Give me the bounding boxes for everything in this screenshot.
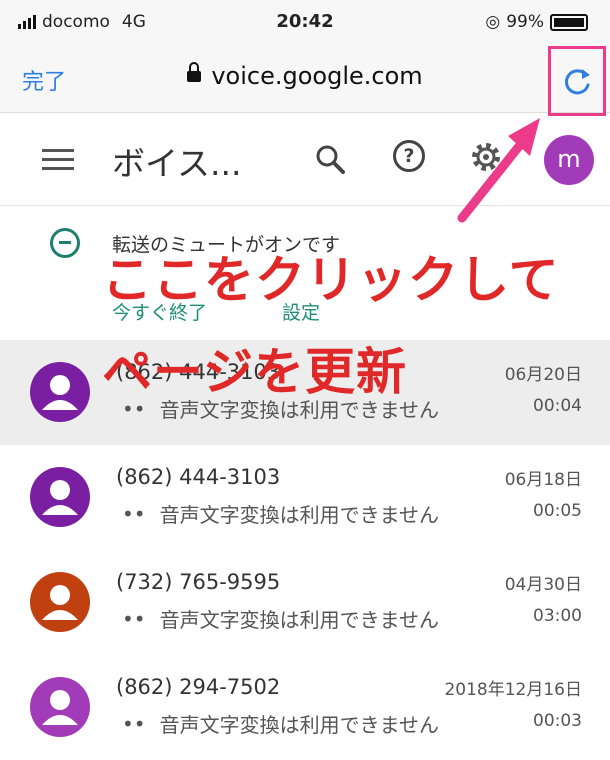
voicemail-date: 04月30日: [504, 575, 582, 595]
voicemail-icon: ••: [122, 501, 146, 526]
transcript-text: 音声文字変換は利用できません: [159, 713, 439, 737]
app-bar: ボイス... ? m: [0, 113, 610, 206]
voicemail-duration: 03:00: [533, 606, 582, 626]
url-text: voice.google.com: [211, 62, 423, 90]
status-right: ◎ 99%: [485, 12, 588, 32]
contact-avatar: [30, 362, 90, 422]
voicemail-duration: 00:04: [533, 396, 582, 416]
phone-number: (732) 765-9595: [116, 570, 281, 594]
battery-percent: 99%: [506, 12, 544, 32]
transcript: •• 音声文字変換は利用できません: [122, 604, 439, 633]
page-title: ボイス...: [112, 144, 242, 183]
voicemail-icon: ••: [122, 711, 146, 736]
contact-avatar: [30, 677, 90, 737]
reload-icon[interactable]: [552, 61, 602, 103]
phone-number: (862) 444-3103: [116, 465, 281, 489]
battery-icon: [550, 13, 588, 31]
voicemail-row[interactable]: (732) 765-9595 •• 音声文字変換は利用できません 04月30日 …: [0, 550, 610, 655]
voicemail-date: 06月18日: [504, 470, 582, 490]
contact-avatar: [30, 467, 90, 527]
hamburger-menu-icon[interactable]: [42, 147, 74, 171]
browser-url-bar: 完了 voice.google.com: [0, 44, 610, 116]
mute-status-icon: [50, 228, 80, 258]
voicemail-date: 06月20日: [504, 365, 582, 385]
transcript: •• 音声文字変換は利用できません: [122, 499, 439, 528]
phone-number: (862) 294-7502: [116, 675, 281, 699]
contact-avatar: [30, 572, 90, 632]
transcript: •• 音声文字変換は利用できません: [122, 709, 439, 738]
lock-icon: [187, 62, 202, 82]
url-field[interactable]: voice.google.com: [0, 62, 610, 90]
help-icon[interactable]: ?: [393, 140, 425, 172]
transcript-text: 音声文字変換は利用できません: [159, 503, 439, 527]
search-icon[interactable]: [314, 143, 346, 175]
settings-gear-icon[interactable]: [468, 139, 504, 175]
voicemail-duration: 00:03: [533, 711, 582, 731]
transcript-text: 音声文字変換は利用できません: [159, 608, 439, 632]
annotation-line-1: ここをクリックして: [102, 251, 560, 309]
voicemail-icon: ••: [122, 606, 146, 631]
voicemail-date: 2018年12月16日: [444, 680, 582, 700]
voicemail-duration: 00:05: [533, 501, 582, 521]
annotation-line-2: ページを更新: [102, 343, 407, 401]
orientation-lock-icon: ◎: [485, 12, 501, 32]
voicemail-row[interactable]: (862) 294-7502 •• 音声文字変換は利用できません 2018年12…: [0, 655, 610, 760]
voicemail-row[interactable]: (862) 444-3103 •• 音声文字変換は利用できません 06月18日 …: [0, 445, 610, 550]
account-avatar[interactable]: m: [544, 135, 594, 185]
status-bar: docomo 4G 20:42 ◎ 99%: [0, 0, 610, 44]
